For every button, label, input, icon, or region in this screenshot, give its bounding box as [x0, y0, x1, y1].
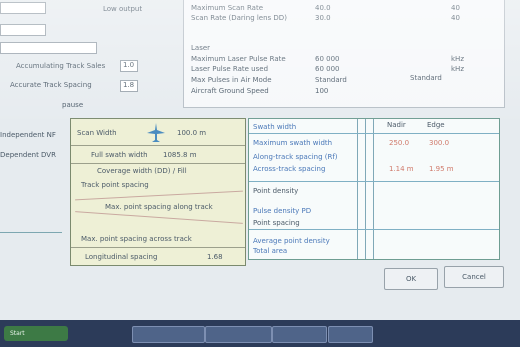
top-left-field-2[interactable] [0, 24, 46, 36]
table-row-label: Point density [253, 187, 299, 195]
table-column-divider-1 [357, 119, 358, 259]
laser-row-2-extra: kHz [451, 65, 464, 73]
table-row-divider-1 [249, 133, 499, 134]
table-row-label: Total area [253, 247, 288, 255]
taskbar-item-3[interactable] [272, 326, 327, 343]
scan-rate-extra: 40 [451, 14, 460, 22]
table-row-label: Across-track spacing [253, 165, 326, 173]
table-column-divider-2 [365, 119, 366, 259]
table-header-edge: Edge [427, 121, 445, 129]
laser-row-3-label: Max Pulses in Air Mode [191, 76, 272, 84]
laser-row-2-label: Laser Pulse Rate used [191, 65, 269, 73]
scan-width-label: Scan Width [77, 129, 117, 137]
side-label-1: Independent NF [0, 131, 56, 139]
pause-checkbox-label[interactable]: pause [62, 101, 83, 110]
results-table: Swath width Nadir Edge Maximum swath wid… [248, 118, 500, 260]
table-row-label: Swath width [253, 123, 297, 131]
laser-section-title: Laser [191, 44, 211, 52]
cancel-button[interactable]: Cancel [444, 266, 504, 288]
table-row-label: Maximum swath width [253, 139, 333, 147]
accumulating-value: 1.0 [123, 61, 135, 69]
start-button[interactable]: Start [4, 326, 68, 341]
low-output-label: Low output [103, 5, 143, 13]
diagram-diagonal-2 [75, 211, 243, 224]
diagram-line-1 [71, 145, 245, 146]
table-row-divider-3 [249, 229, 499, 230]
max-across-label: Max. point spacing across track [81, 235, 192, 243]
max-scan-rate-label: Maximum Scan Rate [191, 4, 264, 12]
laser-row-1-extra: kHz [451, 55, 464, 63]
laser-row-4-value: 100 [315, 87, 329, 95]
table-cell-nadir: 250.0 [389, 139, 410, 147]
max-along-label: Max. point spacing along track [105, 203, 213, 211]
side-label-2: Dependent DVR [0, 151, 56, 159]
laser-row-4-label: Aircraft Ground Speed [191, 87, 269, 95]
table-row-divider-2 [249, 181, 499, 182]
accurate-label: Accurate Track Spacing [10, 81, 92, 89]
taskbar: Start [0, 320, 520, 347]
max-scan-rate-extra: 40 [451, 4, 460, 12]
table-cell-nadir: 1.14 m [389, 165, 414, 173]
application-window: Low output Accumulating Track Sales 1.0 … [0, 0, 520, 320]
table-row-label: Pulse density PD [253, 207, 312, 215]
ok-button[interactable]: OK [384, 268, 438, 290]
table-column-divider-3 [373, 119, 374, 259]
left-divider [0, 232, 62, 233]
accurate-value: 1.8 [123, 81, 135, 89]
longitudinal-spacing-label: Longitudinal spacing [85, 253, 158, 261]
laser-row-3-value: Standard [315, 76, 347, 84]
table-row-label: Along-track spacing (Rf) [253, 153, 338, 161]
table-row-label: Point spacing [253, 219, 300, 227]
track-spacing-label: Track point spacing [81, 181, 149, 189]
max-scan-rate-value: 40.0 [315, 4, 331, 12]
accumulating-label: Accumulating Track Sales [16, 62, 106, 70]
diagram-line-2 [71, 163, 245, 164]
diagram-diagonal-1 [75, 190, 243, 201]
scan-rate-value: 30.0 [315, 14, 331, 22]
laser-row-1-label: Maximum Laser Pulse Rate [191, 55, 286, 63]
taskbar-item-1[interactable] [132, 326, 205, 343]
laser-row-2-value: 60 000 [315, 65, 340, 73]
laser-row-1-value: 60 000 [315, 55, 340, 63]
table-header-nadir: Nadir [387, 121, 406, 129]
table-cell-edge: 1.95 m [429, 165, 454, 173]
dropdown-field[interactable] [0, 42, 97, 54]
laser-row-3-extra: Standard [410, 74, 442, 82]
table-row-label: Average point density [253, 237, 330, 245]
taskbar-item-4[interactable] [328, 326, 373, 343]
aircraft-icon [147, 123, 165, 142]
diagram-line-3 [71, 247, 245, 248]
full-swath-value: 1085.8 m [163, 151, 197, 159]
full-swath-label: Full swath width [91, 151, 148, 159]
top-left-field[interactable] [0, 2, 46, 14]
scan-geometry-diagram: Scan Width 100.0 m Full swath width 1085… [70, 118, 246, 266]
scan-width-value: 100.0 m [177, 129, 207, 137]
taskbar-item-2[interactable] [205, 326, 272, 343]
table-cell-edge: 300.0 [429, 139, 450, 147]
coverage-label: Coverage width (DD) / Fill [97, 167, 187, 175]
scan-rate-label: Scan Rate (Daring lens DD) [191, 14, 287, 22]
longitudinal-spacing-value: 1.68 [207, 253, 223, 261]
